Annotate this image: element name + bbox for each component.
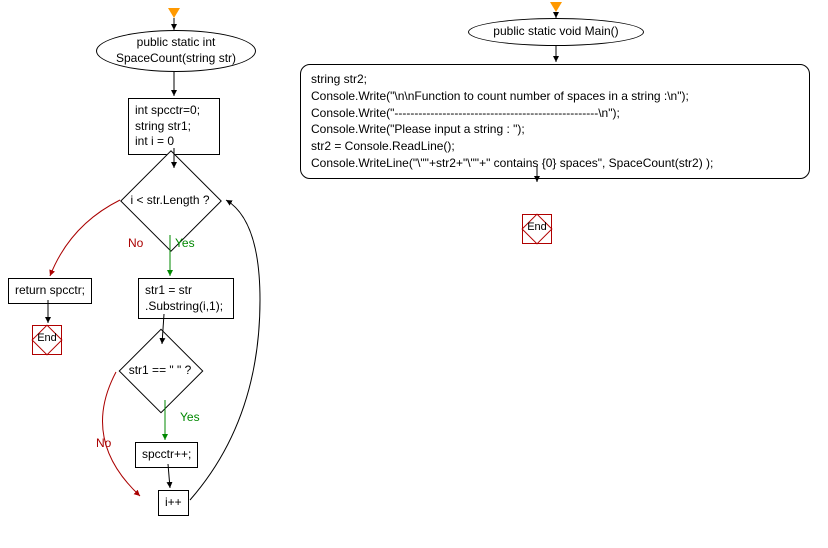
body-line-3: Console.Write("-------------------------…	[311, 105, 799, 122]
iinc-rect: i++	[158, 490, 189, 516]
decision-space: str1 == " " ?	[100, 346, 220, 394]
start-marker-left	[168, 8, 180, 18]
start-marker-right	[550, 2, 562, 12]
label-no-1: No	[128, 236, 143, 250]
init-block-text: int spcctr=0; string str1; int i = 0	[135, 103, 200, 148]
main-signature-text: public static void Main()	[493, 24, 618, 40]
decision-space-text: str1 == " " ?	[125, 363, 196, 377]
body-line-5: str2 = Console.ReadLine();	[311, 138, 799, 155]
main-body-block: string str2; Console.Write("\n\nFunction…	[300, 64, 810, 179]
body-line-4: Console.Write("Please input a string : "…	[311, 121, 799, 138]
inc-text: spcctr++;	[142, 447, 191, 461]
decision-length-text: i < str.Length ?	[126, 193, 213, 207]
decision-length: i < str.Length ?	[110, 172, 230, 228]
assign-text: str1 = str .Substring(i,1);	[145, 283, 223, 313]
func-signature-text: public static int SpaceCount(string str)	[116, 35, 236, 66]
body-line-2: Console.Write("\n\nFunction to count num…	[311, 88, 799, 105]
assign-rect: str1 = str .Substring(i,1);	[138, 278, 234, 319]
end-text-right: End	[522, 221, 552, 233]
label-yes-2: Yes	[180, 410, 200, 424]
end-text-left: End	[32, 332, 62, 344]
end-symbol-left: End	[32, 325, 62, 355]
return-rect: return spcctr;	[8, 278, 92, 304]
main-signature-ellipse: public static void Main()	[468, 18, 644, 46]
inc-rect: spcctr++;	[135, 442, 198, 468]
label-no-2: No	[96, 436, 111, 450]
init-block-rect: int spcctr=0; string str1; int i = 0	[128, 98, 220, 155]
body-line-1: string str2;	[311, 71, 799, 88]
body-line-6: Console.WriteLine("\""+str2+"\""+" conta…	[311, 155, 799, 172]
iinc-text: i++	[165, 495, 182, 509]
return-text: return spcctr;	[15, 283, 85, 297]
label-yes-1: Yes	[175, 236, 195, 250]
func-signature-ellipse: public static int SpaceCount(string str)	[96, 30, 256, 72]
end-symbol-right: End	[522, 214, 552, 244]
